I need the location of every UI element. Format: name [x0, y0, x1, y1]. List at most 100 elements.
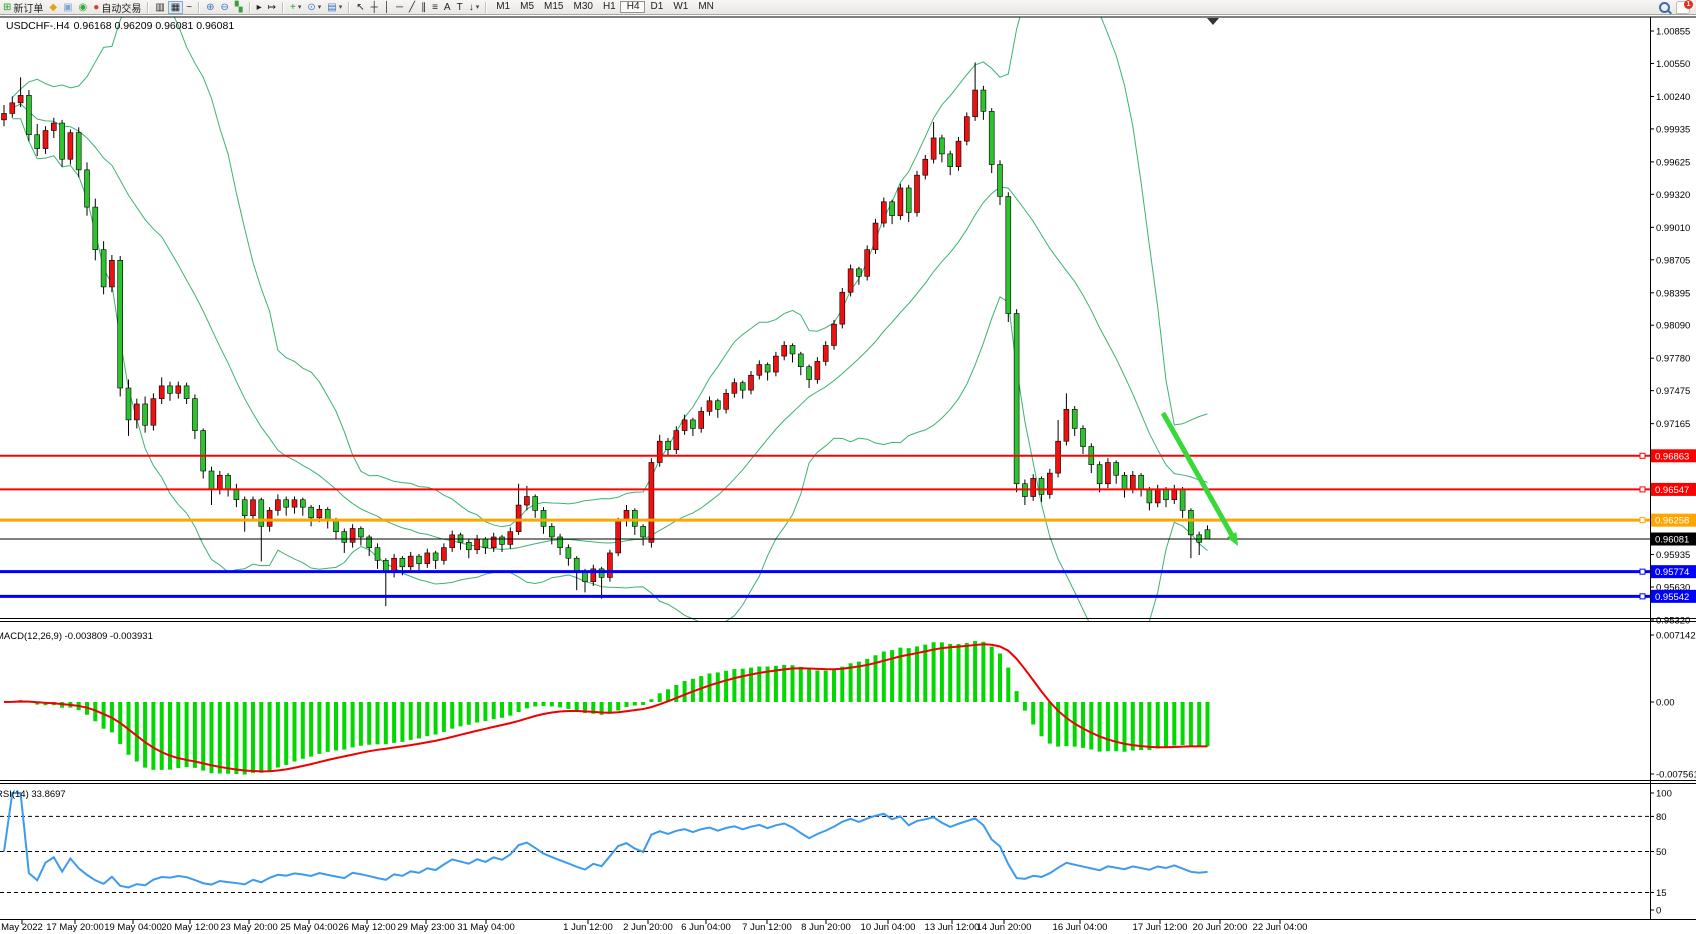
- periods-icon[interactable]: ⊙▾: [304, 1, 324, 14]
- timeframe-w1[interactable]: W1: [667, 1, 692, 13]
- toolbar-group: +▾⊙▾▤▾: [287, 0, 345, 14]
- line-handle[interactable]: [1640, 518, 1645, 523]
- candle: [267, 510, 272, 526]
- candle: [475, 539, 480, 550]
- fibonacci-icon[interactable]: ≡: [429, 1, 441, 14]
- candle: [1205, 530, 1210, 539]
- candle: [342, 532, 347, 543]
- candle: [109, 260, 114, 287]
- candle: [1147, 489, 1152, 503]
- timeframe-m15[interactable]: M15: [538, 1, 567, 13]
- candle: [85, 170, 90, 207]
- timeframe-h4[interactable]: H4: [620, 1, 645, 13]
- line-handle[interactable]: [1640, 453, 1645, 458]
- candle: [524, 497, 529, 506]
- text-icon[interactable]: A: [441, 1, 454, 14]
- signals-icon[interactable]: ◉: [76, 1, 91, 14]
- horizontal-line-icon[interactable]: ─: [393, 1, 406, 14]
- candle: [201, 431, 206, 471]
- line-chart-icon[interactable]: ~: [183, 1, 195, 14]
- candle: [118, 260, 123, 388]
- line-chart-icon: ~: [186, 1, 192, 14]
- bars-chart-icon[interactable]: ▥: [152, 1, 167, 14]
- candle: [508, 532, 513, 545]
- autotrade-icon: ●: [93, 1, 99, 14]
- candle: [566, 548, 571, 559]
- bars-chart-icon: ▥: [155, 1, 164, 14]
- line-handle[interactable]: [1640, 594, 1645, 599]
- tile-windows-icon[interactable]: ▚: [232, 1, 246, 14]
- market-watch-icon[interactable]: ◆: [46, 1, 60, 14]
- toolbar-group: ▸↦: [254, 0, 279, 14]
- candle: [192, 399, 197, 431]
- templates-icon[interactable]: ▤▾: [324, 1, 345, 14]
- toolbar-item-label: MN: [698, 1, 714, 13]
- candle: [1031, 478, 1036, 496]
- candle: [898, 188, 903, 216]
- candlestick-chart-icon[interactable]: ▦: [168, 1, 183, 14]
- trendline-icon[interactable]: ╱: [406, 1, 418, 14]
- zoom-out-icon[interactable]: ⊖: [217, 1, 231, 14]
- candle: [126, 388, 131, 420]
- candle: [433, 553, 438, 560]
- candle: [956, 141, 961, 167]
- candle: [549, 526, 554, 537]
- line-handle[interactable]: [1640, 487, 1645, 492]
- candle: [275, 500, 280, 511]
- line-handle[interactable]: [1640, 569, 1645, 574]
- chart-shift-icon[interactable]: ↦: [265, 1, 279, 14]
- market-watch-icon: ◆: [49, 1, 57, 14]
- timeframe-m5[interactable]: M5: [514, 1, 538, 13]
- toolbar-item-label: M15: [544, 1, 563, 13]
- candle: [964, 117, 969, 141]
- text-label-icon[interactable]: T: [454, 1, 466, 14]
- candle: [765, 365, 770, 372]
- crosshair-icon[interactable]: ┼: [368, 1, 381, 14]
- candle: [516, 505, 521, 532]
- toolbar-item-label: M30: [573, 1, 592, 13]
- candle: [68, 133, 73, 160]
- toolbar-item-label: H4: [627, 2, 640, 12]
- candle: [317, 509, 322, 518]
- timeframe-m1[interactable]: M1: [490, 1, 514, 13]
- auto-scroll-icon[interactable]: ▸: [254, 1, 265, 14]
- candle: [881, 202, 886, 223]
- periods-icon: ⊙: [307, 1, 315, 14]
- price-axis[interactable]: [1650, 17, 1696, 919]
- toolbar-item-label: 新订单: [13, 0, 43, 15]
- equidistant-channel-icon[interactable]: ∥: [418, 1, 429, 14]
- profile-cloud-icon[interactable]: ▣: [60, 1, 75, 14]
- arrows-dropdown-icon[interactable]: ↓▾: [466, 1, 483, 14]
- timeframe-h1[interactable]: H1: [597, 1, 620, 13]
- autotrade-button[interactable]: ●自动交易: [90, 1, 144, 14]
- toolbar-separator: [147, 2, 149, 13]
- new-order-button[interactable]: ⊞新订单: [0, 1, 46, 14]
- candle: [1056, 441, 1061, 473]
- crosshair-icon: ┼: [371, 1, 378, 14]
- toolbar-item-label: 自动交易: [101, 0, 141, 15]
- candle: [732, 383, 737, 394]
- timeframe-mn[interactable]: MN: [692, 1, 718, 13]
- indicators-icon[interactable]: +▾: [287, 1, 304, 14]
- zoom-in-icon[interactable]: ⊕: [203, 1, 217, 14]
- notifications-icon[interactable]: 1: [1676, 1, 1690, 14]
- horizontal-line-icon: ─: [396, 1, 403, 14]
- candle: [1039, 478, 1044, 494]
- vertical-line-icon[interactable]: │: [381, 1, 393, 14]
- candle: [176, 386, 181, 393]
- candle: [400, 558, 405, 567]
- search-icon[interactable]: [1659, 2, 1670, 13]
- price-chart[interactable]: 1.008551.005501.002400.999350.996250.993…: [0, 0, 1696, 934]
- toolbar-group: M1M5 M15 M30 H1 H4 D1W1 MN: [490, 0, 718, 14]
- candle: [334, 521, 339, 532]
- time-axis[interactable]: [0, 919, 1696, 934]
- timeframe-m30[interactable]: M30: [567, 1, 596, 13]
- candle: [682, 420, 687, 431]
- candle: [284, 500, 289, 507]
- candle: [541, 510, 546, 526]
- timeframe-d1[interactable]: D1: [645, 1, 668, 13]
- candle: [226, 475, 231, 489]
- cursor-icon[interactable]: ↖: [353, 1, 367, 14]
- toolbar-separator: [485, 2, 487, 13]
- toolbar-separator: [348, 2, 350, 13]
